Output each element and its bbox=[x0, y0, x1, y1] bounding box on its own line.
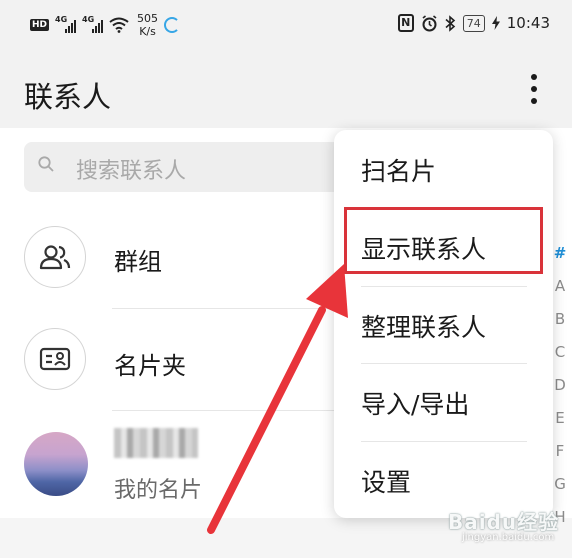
list-divider bbox=[112, 410, 334, 411]
list-item-groups[interactable]: 群组 bbox=[0, 222, 330, 302]
index-item[interactable]: C bbox=[553, 342, 567, 375]
search-placeholder: 搜索联系人 bbox=[76, 159, 187, 184]
menu-item-label: 导入/导出 bbox=[361, 390, 470, 419]
battery-icon: 74 bbox=[462, 14, 485, 32]
signal-strength-icon: 4G bbox=[55, 15, 77, 33]
status-bar: HD 4G 4G 505 K/s N 74 10:43 bbox=[0, 0, 572, 52]
app-header: 联系人 bbox=[0, 52, 572, 128]
highlight-box bbox=[344, 207, 543, 274]
search-icon bbox=[38, 156, 54, 172]
menu-item-label: 整理联系人 bbox=[361, 313, 487, 342]
menu-item-label: 设置 bbox=[361, 468, 412, 497]
list-item-business-cards[interactable]: 名片夹 bbox=[0, 328, 330, 408]
status-left: HD 4G 4G 505 K/s bbox=[30, 12, 181, 38]
speed-unit: K/s bbox=[139, 25, 156, 38]
menu-item-label: 扫名片 bbox=[361, 157, 437, 186]
status-right: N 74 10:43 bbox=[397, 14, 550, 32]
redacted-name bbox=[114, 428, 198, 458]
sync-icon bbox=[164, 17, 181, 33]
index-item[interactable]: E bbox=[553, 408, 567, 441]
list-divider bbox=[112, 308, 334, 309]
speed-value: 505 bbox=[137, 12, 159, 25]
my-card-label: 我的名片 bbox=[114, 478, 203, 503]
menu-item-scan-card[interactable]: 扫名片 bbox=[334, 130, 553, 208]
watermark-url: jingyan.baidu.com bbox=[462, 532, 555, 543]
page-title: 联系人 bbox=[24, 80, 112, 114]
network-speed: 505 K/s bbox=[137, 12, 158, 38]
bluetooth-icon bbox=[445, 14, 455, 32]
index-item[interactable]: B bbox=[553, 309, 567, 342]
more-options-icon[interactable] bbox=[528, 72, 540, 108]
network-type-label-2: 4G bbox=[82, 15, 95, 24]
signal-strength-icon-2: 4G bbox=[82, 15, 104, 33]
wifi-icon bbox=[109, 17, 129, 33]
groups-icon bbox=[24, 226, 86, 288]
business-cards-label: 名片夹 bbox=[114, 352, 186, 380]
charging-icon bbox=[491, 16, 500, 30]
avatar[interactable] bbox=[24, 432, 88, 496]
index-item[interactable]: G bbox=[553, 474, 567, 507]
search-input[interactable]: 搜索联系人 bbox=[24, 142, 344, 192]
hd-badge: HD bbox=[30, 19, 50, 31]
alarm-icon bbox=[422, 14, 437, 31]
index-item[interactable]: # bbox=[553, 243, 567, 276]
network-type-label: 4G bbox=[55, 15, 68, 24]
index-item[interactable]: F bbox=[553, 441, 567, 474]
index-item[interactable]: D bbox=[553, 375, 567, 408]
groups-label: 群组 bbox=[114, 248, 162, 276]
menu-item-import-export[interactable]: 导入/导出 bbox=[334, 363, 553, 441]
alphabet-index[interactable]: # A B C D E F G H bbox=[553, 243, 567, 540]
clock: 10:43 bbox=[506, 14, 550, 32]
nfc-icon: N bbox=[397, 14, 414, 32]
overflow-menu: 扫名片 显示联系人 整理联系人 导入/导出 设置 bbox=[334, 130, 553, 518]
menu-item-organize-contacts[interactable]: 整理联系人 bbox=[334, 286, 553, 364]
business-card-icon bbox=[24, 328, 86, 390]
watermark-logo: Baidu经验 bbox=[448, 510, 560, 534]
index-item[interactable]: A bbox=[553, 276, 567, 309]
